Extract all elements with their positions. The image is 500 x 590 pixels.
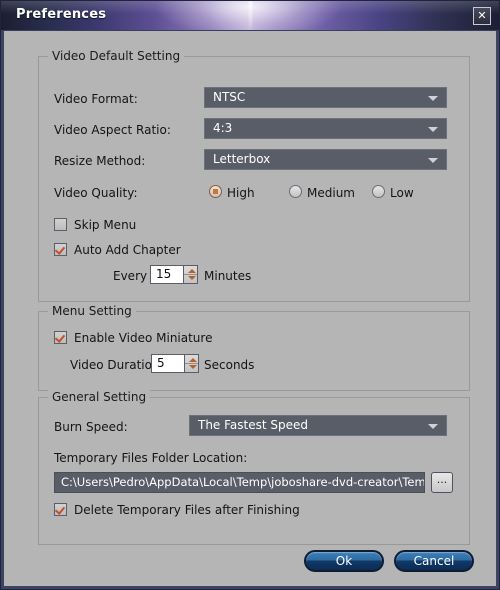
combo-video-format[interactable]: NTSC (204, 87, 447, 108)
label-video-format: Video Format: (54, 92, 138, 106)
group-title-menu-setting: Menu Setting (48, 304, 136, 318)
group-menu-setting: Menu Setting (38, 304, 470, 391)
stepper-chapter-interval[interactable] (183, 265, 198, 284)
cancel-button[interactable]: Cancel (394, 550, 474, 572)
title-bar: Preferences ✕ (1, 1, 499, 31)
label-seconds: Seconds (204, 358, 255, 372)
checkbox-enable-video-miniature[interactable] (54, 331, 67, 344)
radio-quality-medium[interactable] (289, 185, 302, 198)
stepper-up-icon[interactable] (189, 358, 197, 362)
label-video-aspect-ratio: Video Aspect Ratio: (54, 123, 171, 137)
radio-quality-high[interactable] (209, 185, 222, 198)
stepper-down-icon[interactable] (189, 365, 197, 369)
combo-resize-method[interactable]: Letterbox (204, 149, 447, 170)
checkbox-skip-menu-label[interactable]: Skip Menu (74, 218, 136, 232)
checkbox-auto-add-chapter[interactable] (54, 243, 67, 256)
group-title-general-setting: General Setting (48, 390, 151, 404)
radio-quality-low-label[interactable]: Low (390, 186, 414, 200)
combo-burn-speed[interactable]: The Fastest Speed (189, 415, 447, 436)
stepper-divider (184, 274, 197, 275)
label-temp-folder: Temporary Files Folder Location: (54, 451, 248, 465)
combo-video-aspect-ratio[interactable]: 4:3 (204, 118, 447, 139)
combo-burn-speed-value: The Fastest Speed (198, 418, 309, 432)
input-video-duration[interactable]: 5 (151, 354, 184, 373)
chevron-down-icon (428, 158, 438, 163)
group-title-video-default-setting: Video Default Setting (48, 49, 185, 63)
stepper-up-icon[interactable] (188, 269, 196, 273)
input-temp-folder-path[interactable]: C:\Users\Pedro\AppData\Local\Temp\jobosh… (54, 472, 425, 493)
label-video-quality: Video Quality: (54, 186, 138, 200)
checkbox-delete-temp-files[interactable] (54, 503, 67, 516)
combo-resize-method-value: Letterbox (213, 152, 271, 166)
combo-video-aspect-ratio-value: 4:3 (213, 121, 233, 135)
ok-button[interactable]: Ok (304, 550, 384, 572)
checkbox-delete-temp-files-label[interactable]: Delete Temporary Files after Finishing (74, 503, 300, 517)
browse-folder-button[interactable]: ... (431, 472, 453, 493)
stepper-video-duration[interactable] (184, 354, 199, 373)
radio-quality-high-label[interactable]: High (227, 186, 255, 200)
label-every: Every (113, 269, 148, 283)
input-chapter-interval[interactable]: 15 (150, 265, 183, 284)
checkbox-auto-add-chapter-label[interactable]: Auto Add Chapter (74, 243, 181, 257)
combo-video-format-value: NTSC (213, 90, 246, 104)
dialog-content: Video Default Setting Video Format: NTSC… (1, 31, 499, 589)
label-video-duration: Video Duration (70, 358, 160, 372)
chevron-down-icon (428, 96, 438, 101)
checkbox-skip-menu[interactable] (54, 218, 67, 231)
window-title: Preferences (16, 7, 107, 22)
chevron-down-icon (428, 127, 438, 132)
chevron-down-icon (428, 424, 438, 429)
close-icon[interactable]: ✕ (473, 7, 491, 25)
label-resize-method: Resize Method: (54, 154, 146, 168)
checkbox-enable-video-miniature-label[interactable]: Enable Video Miniature (74, 331, 212, 345)
label-minutes: Minutes (204, 269, 252, 283)
radio-quality-medium-label[interactable]: Medium (307, 186, 355, 200)
stepper-down-icon[interactable] (188, 276, 196, 280)
stepper-divider (185, 363, 198, 364)
preferences-dialog: Preferences ✕ Video Default Setting Vide… (0, 0, 500, 590)
radio-quality-low[interactable] (372, 185, 385, 198)
label-burn-speed: Burn Speed: (54, 420, 128, 434)
